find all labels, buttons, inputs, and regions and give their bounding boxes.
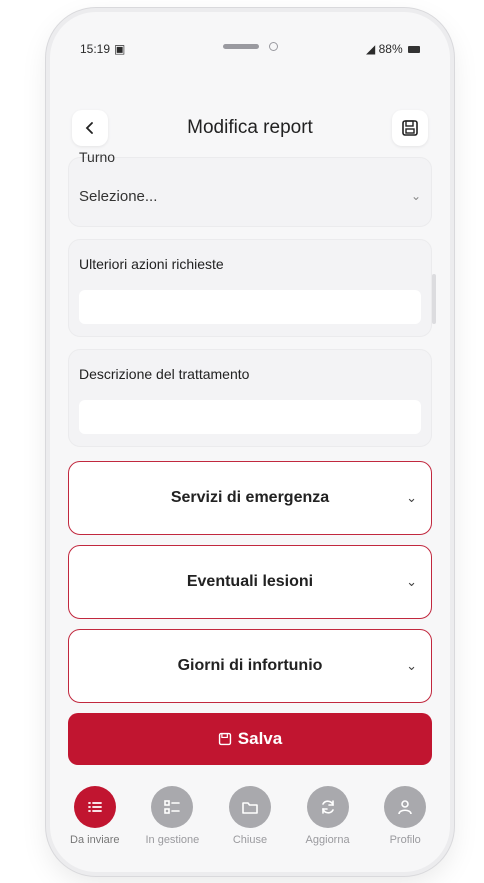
azioni-field-card: Ulteriori azioni richieste <box>68 239 432 337</box>
tab-chiuse[interactable]: Chiuse <box>213 772 287 872</box>
list-icon <box>73 786 116 828</box>
tab-profilo[interactable]: Profilo <box>368 772 442 872</box>
form-scroll-area[interactable]: Turno Selezione... ⌄ Ulteriori azioni ri… <box>68 149 432 872</box>
chevron-down-icon: ⌄ <box>406 574 417 589</box>
accordion-giorni-infortunio[interactable]: Giorni di infortunio ⌄ <box>68 629 432 703</box>
battery-icon <box>408 46 420 54</box>
phone-frame: 15:19 ▣ ◢ 88% Modifica report Turno Sele… <box>50 12 450 872</box>
refresh-icon <box>306 786 349 828</box>
tab-label: Chiuse <box>232 834 268 846</box>
notification-icon: ▣ <box>114 42 126 56</box>
trattamento-label: Descrizione del trattamento <box>79 366 250 382</box>
page-title: Modifica report <box>187 117 313 138</box>
accordion-label: Servizi di emergenza <box>170 489 330 506</box>
tab-da-inviare[interactable]: Da inviare <box>58 772 132 872</box>
tab-label: In gestione <box>145 834 200 846</box>
save-button[interactable]: Salva <box>68 713 432 765</box>
accordion-servizi-emergenza[interactable]: Servizi di emergenza ⌄ <box>68 461 432 535</box>
checklist-icon <box>151 786 194 828</box>
signal-icon: ◢ <box>366 42 376 56</box>
app-header: Modifica report <box>64 100 436 156</box>
camera-notch <box>215 40 285 52</box>
user-icon <box>384 786 427 828</box>
save-icon-button[interactable] <box>392 110 428 146</box>
save-label: Salva <box>237 729 283 748</box>
tab-aggiorna[interactable]: Aggiorna <box>291 772 365 872</box>
turno-field-card: Turno Selezione... ⌄ <box>68 149 432 227</box>
tab-label: Da inviare <box>70 834 120 846</box>
chevron-down-icon: ⌄ <box>406 658 417 673</box>
azioni-label: Ulteriori azioni richieste <box>79 256 224 272</box>
folder-icon <box>228 786 271 828</box>
trattamento-input[interactable] <box>79 400 421 434</box>
floppy-disk-icon <box>218 732 231 746</box>
azioni-input[interactable] <box>79 290 421 324</box>
trattamento-field-card: Descrizione del trattamento <box>68 349 432 447</box>
tab-label: Profilo <box>389 834 421 846</box>
status-bar: 15:19 ▣ ◢ 88% <box>80 38 420 60</box>
side-button <box>432 274 436 324</box>
accordion-eventuali-lesioni[interactable]: Eventuali lesioni ⌄ <box>68 545 432 619</box>
status-time: 15:19 <box>80 42 111 56</box>
tab-in-gestione[interactable]: In gestione <box>135 772 209 872</box>
chevron-down-icon: ⌄ <box>410 189 421 203</box>
chevron-down-icon: ⌄ <box>406 490 417 505</box>
turno-select[interactable]: Selezione... ⌄ <box>79 176 421 216</box>
field-label-cutoff: Turno <box>79 149 116 165</box>
chevron-left-icon <box>85 122 93 134</box>
back-button[interactable] <box>72 110 108 146</box>
floppy-disk-icon <box>402 120 418 136</box>
battery-level: 88% <box>378 42 403 56</box>
accordion-label: Giorni di infortunio <box>177 657 323 674</box>
tab-label: Aggiorna <box>305 834 350 846</box>
select-value: Selezione... <box>79 187 158 205</box>
accordion-label: Eventuali lesioni <box>186 573 314 590</box>
bottom-tab-bar: Da inviare In gestione Chiuse Aggiorna P… <box>50 772 450 872</box>
